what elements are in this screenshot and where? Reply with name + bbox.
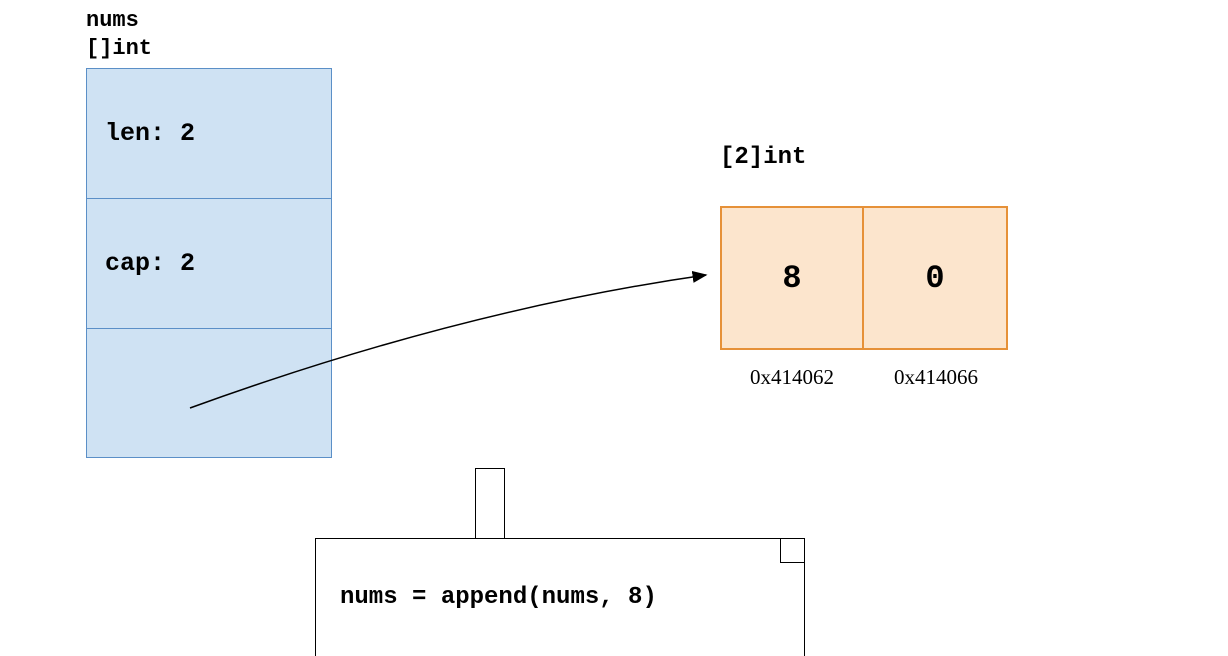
slice-variable-name: nums (86, 8, 139, 33)
array-type-label: [2]int (720, 144, 806, 171)
backing-array-box: 8 0 (720, 206, 1008, 350)
slice-header-box: len: 2 cap: 2 (86, 68, 332, 458)
slice-ptr-cell (87, 329, 331, 459)
note-tab (475, 468, 505, 538)
slice-len-cell: len: 2 (87, 69, 331, 199)
address-row: 0x414062 0x414066 (720, 365, 1008, 390)
note-box: nums = append(nums, 8) (315, 538, 805, 656)
slice-cap-cell: cap: 2 (87, 199, 331, 329)
array-cell-1: 0 (864, 206, 1008, 350)
address-1: 0x414066 (864, 365, 1008, 390)
slice-type-label: []int (86, 36, 152, 61)
address-0: 0x414062 (720, 365, 864, 390)
code-note: nums = append(nums, 8) (315, 538, 805, 656)
note-code-text: nums = append(nums, 8) (316, 584, 657, 611)
array-cell-0: 8 (720, 206, 864, 350)
